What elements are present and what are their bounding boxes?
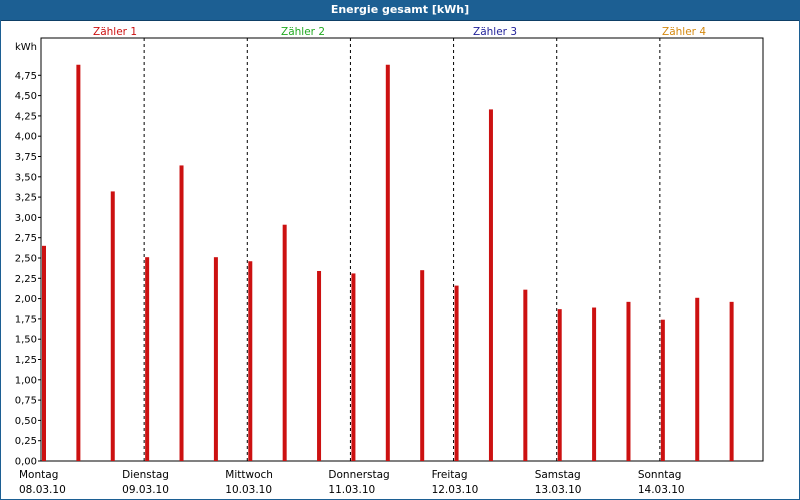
bar — [660, 319, 665, 461]
bar — [454, 285, 459, 461]
y-tick-label: 4,25 — [15, 111, 37, 122]
day-date-label: 11.03.10 — [328, 484, 375, 496]
bar — [420, 270, 425, 461]
bar — [76, 64, 81, 461]
y-tick-label: 4,75 — [15, 71, 37, 82]
bar — [317, 270, 322, 461]
y-tick-label: 1,75 — [15, 314, 37, 325]
bar — [592, 307, 597, 461]
bar — [213, 257, 218, 461]
y-tick-label: 1,25 — [15, 355, 37, 366]
y-tick-label: 2,75 — [15, 233, 37, 244]
y-tick-label: 0,50 — [15, 416, 37, 427]
legend-entry: Zähler 4 — [662, 26, 706, 38]
y-tick-label: 0,00 — [15, 457, 37, 468]
bar — [385, 64, 390, 461]
y-tick-label: 3,50 — [15, 172, 37, 183]
y-tick-label: 1,00 — [15, 375, 37, 386]
bar — [557, 309, 562, 461]
day-date-label: 13.03.10 — [535, 484, 582, 496]
plot-area — [40, 37, 764, 462]
y-tick-label: 3,00 — [15, 213, 37, 224]
day-name-label: Samstag — [535, 469, 581, 481]
bar — [351, 273, 356, 461]
legend-entry: Zähler 1 — [93, 26, 137, 38]
y-tick-label: 0,25 — [15, 436, 37, 447]
y-tick-label: 3,75 — [15, 152, 37, 163]
legend-entry: Zähler 3 — [473, 26, 517, 38]
y-tick-label: 3,25 — [15, 193, 37, 204]
day-date-label: 14.03.10 — [638, 484, 685, 496]
bar — [695, 297, 700, 461]
day-name-label: Dienstag — [122, 469, 169, 481]
bar — [145, 257, 150, 461]
y-tick-label: 2,25 — [15, 274, 37, 285]
y-tick-label: 4,00 — [15, 132, 37, 143]
day-name-label: Sonntag — [638, 469, 682, 481]
day-name-label: Mittwoch — [225, 469, 273, 481]
bar — [110, 191, 115, 461]
bar — [729, 301, 734, 461]
bar — [42, 245, 46, 461]
bar — [179, 165, 184, 461]
day-date-label: 09.03.10 — [122, 484, 169, 496]
day-name-label: Freitag — [432, 469, 468, 481]
bar — [523, 289, 528, 461]
y-tick-label: 2,50 — [15, 254, 37, 265]
energy-bar-chart: 0,00 0,25 0,50 0,75 1,00 1,25 1,50 1,75 2,00 2,25… — [15, 26, 764, 496]
bar — [488, 109, 493, 462]
bar — [282, 224, 287, 461]
day-date-label: 12.03.10 — [432, 484, 479, 496]
y-tick-label: 0,75 — [15, 396, 37, 407]
day-name-label: Montag — [19, 469, 58, 481]
day-name-label: Donnerstag — [328, 469, 389, 481]
y-tick-label: 1,50 — [15, 335, 37, 346]
y-tick-label: 4,50 — [15, 91, 37, 102]
bar — [626, 301, 631, 461]
day-date-label: 10.03.10 — [225, 484, 272, 496]
y-axis-label: kWh — [15, 42, 37, 53]
day-date-label: 08.03.10 — [19, 484, 66, 496]
legend-entry: Zähler 2 — [281, 26, 325, 38]
y-tick-label: 2,00 — [15, 294, 37, 305]
bar — [248, 261, 253, 461]
